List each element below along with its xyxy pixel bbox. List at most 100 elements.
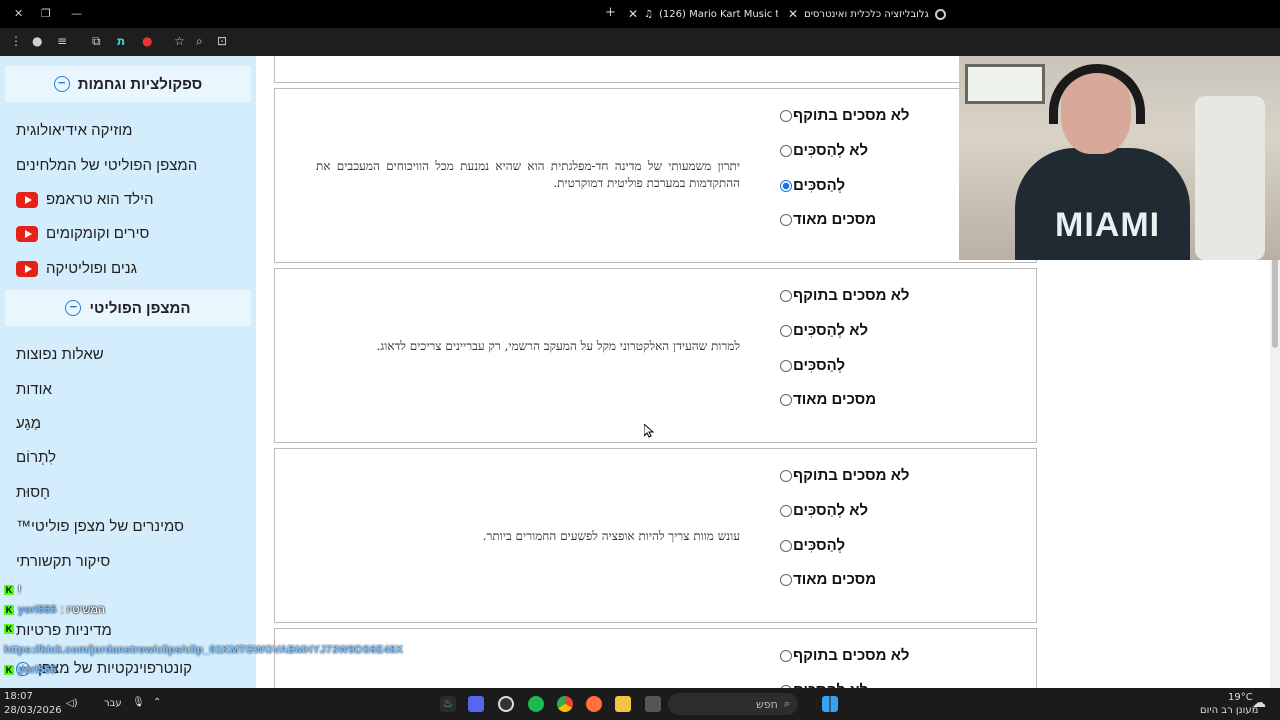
option-agree[interactable]: לְהַסכִּים bbox=[780, 537, 845, 554]
option-label: לא מסכים בתוקף bbox=[793, 287, 910, 304]
install-icon[interactable]: ⊡ bbox=[217, 34, 227, 48]
option-label: לא מסכים בתוקף bbox=[793, 467, 910, 484]
discord-icon[interactable] bbox=[468, 696, 484, 712]
radio-button[interactable] bbox=[780, 359, 792, 372]
sidebar-item-label: הילד הוא טראמפ bbox=[46, 191, 154, 208]
sidebar-item-label: חָסוּת bbox=[16, 484, 50, 501]
chat-link[interactable]: https://kick.com/jordanstrew/clips/clip_… bbox=[4, 644, 403, 656]
chrome-icon[interactable] bbox=[557, 696, 573, 712]
sidebar-item[interactable]: המצפן הפוליטי של המלחינים bbox=[16, 157, 197, 174]
sidebar-item[interactable]: סמינרים של מצפן פוליטי™ bbox=[16, 518, 184, 535]
radio-button[interactable] bbox=[780, 649, 792, 662]
restore-window-icon[interactable]: ❐ bbox=[41, 7, 51, 20]
option-disagree[interactable]: לא לְהַסכִּים bbox=[780, 142, 868, 159]
option-label: מסכים מאוד bbox=[793, 571, 877, 588]
option-strongly-disagree[interactable]: לא מסכים בתוקף bbox=[780, 467, 910, 484]
obs-icon[interactable] bbox=[498, 696, 514, 712]
option-label: לְהַסכִּים bbox=[793, 357, 846, 374]
option-agree[interactable]: לְהַסכִּים bbox=[780, 357, 845, 374]
microphone-icon[interactable]: 🎙 bbox=[132, 697, 145, 708]
volume-icon[interactable]: ◁) bbox=[66, 698, 78, 709]
tab-youtube[interactable]: ✕ ♫ (126) Mario Kart Music to S bbox=[628, 4, 778, 24]
spotify-icon[interactable] bbox=[528, 696, 544, 712]
sidebar-item[interactable]: לִתְרוֹם bbox=[16, 449, 56, 466]
chat-line: K bbox=[4, 624, 14, 634]
headphones bbox=[1049, 64, 1145, 124]
close-icon[interactable]: ✕ bbox=[788, 7, 798, 21]
radio-button[interactable] bbox=[780, 179, 792, 192]
kick-icon: K bbox=[4, 585, 14, 595]
sidebar-item[interactable]: מדיניות פרטיות bbox=[16, 622, 112, 639]
search-icon: ⌕ bbox=[783, 697, 790, 710]
option-strongly-disagree[interactable]: לא מסכים בתוקף bbox=[780, 107, 910, 124]
sidebar-item-label: סירים וקומקומים bbox=[46, 225, 150, 242]
question-card: לא מסכים בתוקף לא לְהַסכִּים bbox=[274, 628, 1037, 688]
taskbar-search[interactable]: חפש ⌕ bbox=[668, 693, 798, 715]
sidebar-item[interactable]: מוזיקה אידיאולוגית bbox=[16, 122, 132, 139]
file-explorer-icon[interactable] bbox=[615, 696, 631, 712]
sidebar-item-label: מַגָע bbox=[16, 415, 42, 432]
radio-button[interactable] bbox=[780, 289, 792, 302]
weather-icon[interactable]: ☁ bbox=[1252, 695, 1266, 711]
extension-icon[interactable]: ● bbox=[142, 34, 152, 48]
option-label: לְהַסכִּים bbox=[793, 537, 846, 554]
sidebar-item[interactable]: מַגָע bbox=[16, 415, 41, 432]
option-strongly-disagree[interactable]: לא מסכים בתוקף bbox=[780, 647, 910, 664]
steam-icon[interactable]: ♨ bbox=[440, 696, 456, 712]
weather-temp: 19°C bbox=[1228, 692, 1253, 703]
sidebar-item[interactable]: גנים ופוליטיקה bbox=[16, 260, 137, 277]
sidebar-section-header[interactable]: המצפן הפוליטי − bbox=[5, 290, 251, 326]
option-disagree[interactable]: לא לְהַסכִּים bbox=[780, 502, 868, 519]
sidebar-item[interactable]: סירים וקומקומים bbox=[16, 225, 149, 242]
window bbox=[965, 64, 1045, 104]
radio-button[interactable] bbox=[780, 144, 792, 157]
radio-button[interactable] bbox=[780, 393, 792, 406]
sidebar-item-label: לִתְרוֹם bbox=[16, 449, 57, 466]
tab-active[interactable]: ✕ גלובליזציה כלכלית ואינטרסים bbox=[788, 4, 958, 24]
sidebar-item[interactable]: סיקור תקשורתי bbox=[16, 553, 110, 570]
browser-tab-bar: ✕ ❐ — + ✕ ♫ (126) Mario Kart Music to S … bbox=[0, 0, 1280, 28]
windows-start-icon[interactable] bbox=[822, 696, 838, 712]
collapse-icon[interactable]: − bbox=[65, 300, 82, 316]
radio-button[interactable] bbox=[780, 213, 792, 226]
sidebar-item-label: סמינרים של מצפן פוליטי™ bbox=[16, 518, 185, 535]
menu-icon[interactable]: ⋮ bbox=[10, 34, 22, 48]
radio-button[interactable] bbox=[780, 324, 792, 337]
radio-button[interactable] bbox=[780, 469, 792, 482]
mouse-cursor-icon bbox=[644, 424, 654, 438]
sidebar-item[interactable]: הילד הוא טראמפ bbox=[16, 191, 154, 208]
sidebar-item-label: גנים ופוליטיקה bbox=[46, 260, 137, 277]
option-strongly-agree[interactable]: מסכים מאוד bbox=[780, 211, 876, 228]
radio-button[interactable] bbox=[780, 573, 792, 586]
sidebar-section-header[interactable]: ספקולציות וגחמות − bbox=[5, 66, 251, 102]
profile-avatar[interactable]: ● bbox=[32, 34, 42, 48]
option-disagree[interactable]: לא לְהַסכִּים bbox=[780, 322, 868, 339]
close-icon[interactable]: ✕ bbox=[628, 7, 638, 21]
radio-button[interactable] bbox=[780, 109, 792, 122]
tab-title: (126) Mario Kart Music to S bbox=[659, 8, 778, 20]
language-indicator[interactable]: עבר bbox=[104, 698, 122, 709]
kick-icon: K bbox=[4, 665, 14, 675]
sidebar-item[interactable]: אודות bbox=[16, 381, 52, 398]
radio-button[interactable] bbox=[780, 504, 792, 517]
sidebar-item[interactable]: שאלות נפוצות bbox=[16, 346, 104, 363]
chevron-up-icon[interactable]: ⌃ bbox=[153, 697, 161, 708]
app-icon[interactable] bbox=[645, 696, 661, 712]
option-strongly-agree[interactable]: מסכים מאוד bbox=[780, 571, 876, 588]
media-icon[interactable]: ≡ bbox=[57, 34, 67, 48]
bookmark-star-icon[interactable]: ☆ bbox=[174, 34, 185, 48]
zoom-icon[interactable]: ⌕ bbox=[196, 34, 203, 49]
option-strongly-agree[interactable]: מסכים מאוד bbox=[780, 391, 876, 408]
radio-button[interactable] bbox=[780, 539, 792, 552]
option-strongly-disagree[interactable]: לא מסכים בתוקף bbox=[780, 287, 910, 304]
close-window-icon[interactable]: ✕ bbox=[14, 7, 23, 20]
option-agree[interactable]: לְהַסכִּים bbox=[780, 177, 845, 194]
option-label: לא מסכים בתוקף bbox=[793, 107, 910, 124]
firefox-icon[interactable] bbox=[586, 696, 602, 712]
sidebar-item[interactable]: חָסוּת bbox=[16, 484, 50, 501]
new-tab-button[interactable]: + bbox=[605, 5, 616, 20]
translate-icon[interactable]: ת bbox=[117, 34, 125, 48]
minimize-window-icon[interactable]: — bbox=[71, 7, 82, 20]
collapse-icon[interactable]: − bbox=[53, 76, 70, 92]
extensions-icon[interactable]: ⧉ bbox=[92, 34, 101, 49]
